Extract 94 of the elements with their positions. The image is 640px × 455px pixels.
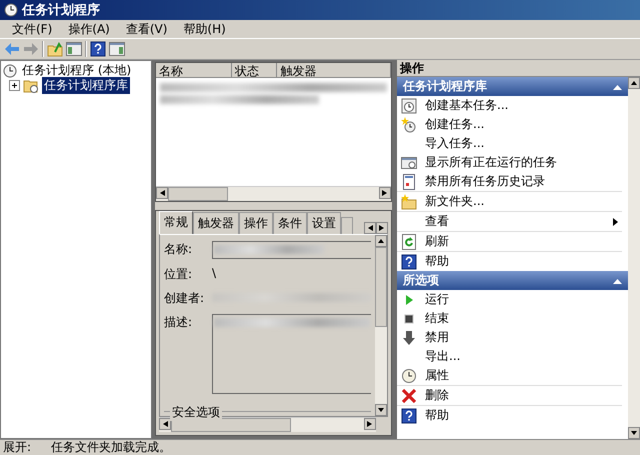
column-header[interactable]: 状态 <box>232 63 278 78</box>
description-field[interactable] <box>212 314 371 394</box>
action-pane-icon[interactable] <box>109 41 125 57</box>
clock-icon <box>401 368 417 384</box>
menu-item[interactable]: 操作(A) <box>60 20 118 38</box>
expand-toggle[interactable] <box>9 80 20 91</box>
scrollbar-thumb[interactable] <box>168 187 228 201</box>
scroll-up-button[interactable] <box>375 235 387 247</box>
new-folder-icon <box>401 194 417 210</box>
scroll-down-button[interactable] <box>375 404 387 416</box>
column-header[interactable]: 名称 <box>156 63 232 78</box>
window-title: 任务计划程序 <box>22 2 100 19</box>
action-item[interactable]: 运行 <box>397 290 622 309</box>
scroll-down-button[interactable] <box>628 427 640 439</box>
action-item[interactable]: 创建任务... <box>397 115 622 134</box>
horizontal-scrollbar[interactable] <box>156 186 391 201</box>
location-value: \ <box>212 266 216 280</box>
action-item[interactable]: 属性 <box>397 366 622 385</box>
down-arrow-icon <box>401 330 417 346</box>
folder-up-icon[interactable] <box>47 41 63 57</box>
vertical-scrollbar[interactable] <box>628 77 640 439</box>
scroll-right-button[interactable] <box>379 187 391 199</box>
action-item[interactable]: 帮助 <box>397 405 622 425</box>
up-arrow-icon <box>378 238 384 244</box>
window-clock-icon <box>401 154 417 170</box>
column-header[interactable]: 触发器 <box>277 63 391 78</box>
group-title: 安全选项 <box>170 404 222 421</box>
collapse-arrow-icon <box>613 278 622 284</box>
scrollbar-thumb[interactable] <box>171 418 291 432</box>
plus-icon <box>11 82 18 89</box>
down-arrow-icon <box>378 407 384 413</box>
action-item[interactable]: 导入任务... <box>397 134 622 153</box>
vertical-scrollbar[interactable] <box>375 235 387 416</box>
folder-clock-icon <box>23 78 39 92</box>
status-label: 展开: <box>3 439 32 455</box>
tree-item[interactable]: 任务计划程序库 <box>42 77 130 94</box>
scroll-left-button[interactable] <box>159 418 171 430</box>
back-arrow-icon[interactable] <box>4 41 20 57</box>
scroll-up-button[interactable] <box>628 77 640 89</box>
menu-item[interactable]: 文件(F) <box>4 20 60 38</box>
action-item[interactable]: 查看 <box>397 211 622 231</box>
menu-item[interactable]: 查看(V) <box>118 20 176 38</box>
tree-item[interactable]: 任务计划程序 (本地) <box>20 62 134 79</box>
tab[interactable]: 设置 <box>307 212 341 234</box>
action-item[interactable]: 删除 <box>397 385 622 405</box>
collapse-arrow-icon <box>613 84 622 90</box>
field-label: 描述: <box>164 314 194 331</box>
refresh-icon <box>401 234 417 250</box>
section-header[interactable]: 任务计划程序库 <box>397 77 628 96</box>
horizontal-scrollbar[interactable] <box>159 417 376 432</box>
field-label: 创建者: <box>164 290 206 307</box>
action-item[interactable]: 导出... <box>397 347 622 366</box>
pane-toggle-icon[interactable] <box>66 41 82 57</box>
menu-item[interactable]: 帮助(H) <box>175 20 234 38</box>
clock-icon <box>3 64 17 78</box>
delete-icon <box>401 388 417 404</box>
field-label: 名称: <box>164 241 194 258</box>
scroll-right-button[interactable] <box>364 418 376 430</box>
action-item[interactable]: 新文件夹... <box>397 191 622 211</box>
right-arrow-icon <box>382 190 388 196</box>
section-header[interactable]: 所选项 <box>397 271 628 290</box>
log-icon <box>401 174 417 190</box>
scrollbar-thumb[interactable] <box>375 247 387 327</box>
help-icon <box>90 41 106 57</box>
left-arrow-icon <box>367 225 373 231</box>
tab[interactable]: 条件 <box>273 212 307 234</box>
action-item[interactable]: 显示所有正在运行的任务 <box>397 153 622 172</box>
down-arrow-icon <box>631 430 637 436</box>
tab[interactable]: 常规 <box>159 211 193 234</box>
right-arrow-icon <box>367 421 373 427</box>
left-arrow-icon <box>162 421 168 427</box>
page-clock-icon <box>401 98 417 114</box>
action-item[interactable]: 创建基本任务... <box>397 96 622 115</box>
tab[interactable]: 触发器 <box>193 212 239 234</box>
help-icon <box>401 408 417 424</box>
field-label: 位置: <box>164 266 194 283</box>
submenu-arrow-icon <box>613 218 618 226</box>
scroll-left-button[interactable] <box>364 222 376 234</box>
scroll-right-button[interactable] <box>376 222 388 234</box>
left-arrow-icon <box>159 190 165 196</box>
action-item[interactable]: 禁用 <box>397 328 622 347</box>
action-item[interactable]: 结束 <box>397 309 622 328</box>
scroll-left-button[interactable] <box>156 187 168 199</box>
pane-title: 操作 <box>397 60 640 77</box>
help-icon <box>401 254 417 270</box>
up-arrow-icon <box>631 80 637 86</box>
name-field[interactable] <box>212 241 371 259</box>
star-clock-icon <box>401 116 417 132</box>
app-icon <box>4 3 18 17</box>
status-message: 任务文件夹加载完成。 <box>51 439 172 455</box>
action-item[interactable]: 禁用所有任务历史记录 <box>397 172 622 191</box>
action-item[interactable]: 刷新 <box>397 231 622 251</box>
tab[interactable]: 操作 <box>239 212 273 234</box>
right-arrow-icon <box>379 225 385 231</box>
